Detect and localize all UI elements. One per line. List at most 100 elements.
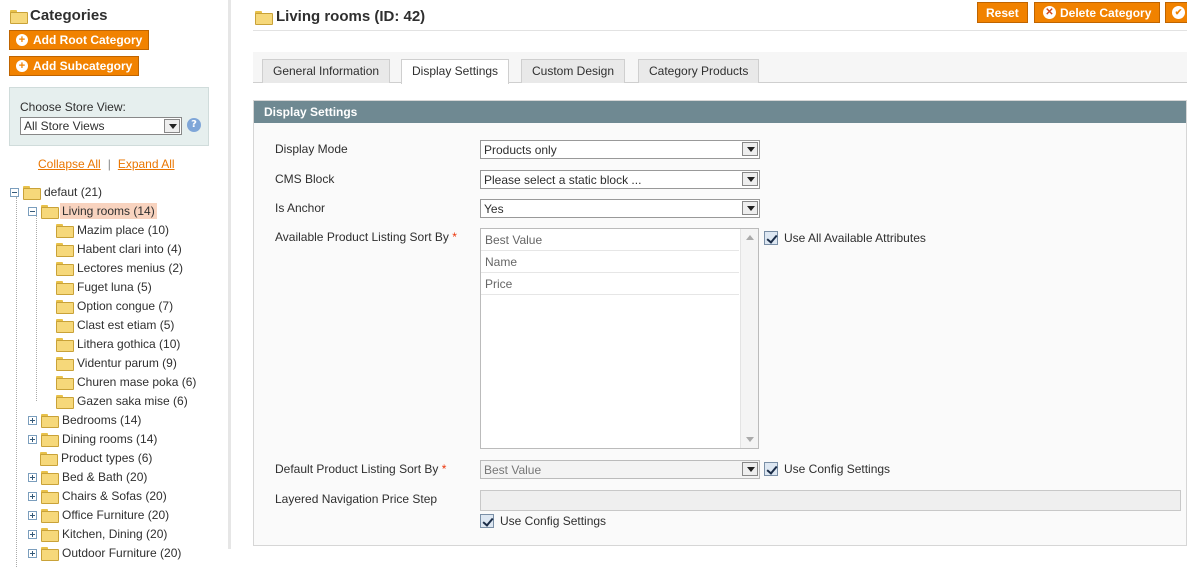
sort-option[interactable]: Name bbox=[481, 251, 739, 273]
sort-option[interactable]: Price bbox=[481, 273, 739, 295]
display-mode-select[interactable]: Products only bbox=[480, 140, 760, 159]
collapse-icon[interactable] bbox=[10, 187, 19, 197]
expand-icon[interactable] bbox=[28, 472, 37, 482]
collapse-icon[interactable] bbox=[28, 206, 37, 216]
store-view-switcher: Choose Store View: All Store Views ? bbox=[9, 87, 209, 146]
tree-node[interactable]: Kitchen, Dining (20) bbox=[28, 525, 169, 543]
dropdown-arrow-icon[interactable] bbox=[164, 119, 180, 133]
scroll-down-icon[interactable] bbox=[746, 437, 754, 442]
add-subcategory-label: Add Subcategory bbox=[33, 59, 133, 73]
use-all-attributes-checkbox[interactable]: Use All Available Attributes bbox=[764, 231, 926, 245]
price-step-use-config-checkbox[interactable]: Use Config Settings bbox=[480, 514, 606, 528]
sort-by-label: Available Product Listing Sort By * bbox=[275, 230, 457, 244]
header-divider bbox=[253, 30, 1187, 31]
tree-node-label: Mazim place (10) bbox=[77, 223, 170, 237]
tree-node[interactable]: Lectores menius (2) bbox=[56, 259, 185, 277]
tab-category-products[interactable]: Category Products bbox=[638, 59, 760, 83]
tree-node[interactable]: Habent clari into (4) bbox=[56, 240, 184, 258]
default-sort-value: Best Value bbox=[484, 463, 542, 477]
tree-guide bbox=[16, 197, 17, 567]
tree-node[interactable]: Gazen saka mise (6) bbox=[56, 392, 190, 410]
default-sort-label: Default Product Listing Sort By * bbox=[275, 462, 446, 476]
tree-node-label: defaut (21) bbox=[44, 185, 103, 199]
dropdown-arrow-icon[interactable] bbox=[742, 201, 758, 215]
scroll-up-icon[interactable] bbox=[746, 235, 754, 240]
expand-icon[interactable] bbox=[28, 529, 37, 539]
tree-node[interactable]: Mazim place (10) bbox=[56, 221, 171, 239]
store-view-select[interactable]: All Store Views bbox=[20, 117, 182, 135]
cms-block-select[interactable]: Please select a static block ... bbox=[480, 170, 760, 189]
folder-icon bbox=[41, 414, 59, 428]
display-mode-label: Display Mode bbox=[275, 142, 348, 156]
folder-icon bbox=[56, 338, 74, 352]
sort-option[interactable]: Best Value bbox=[481, 229, 739, 251]
tree-node-label: Option congue (7) bbox=[77, 299, 174, 313]
tree-node[interactable]: Bedrooms (14) bbox=[28, 411, 143, 429]
reset-button[interactable]: Reset bbox=[977, 2, 1028, 23]
tab-custom-design[interactable]: Custom Design bbox=[521, 59, 626, 83]
folder-icon bbox=[56, 300, 74, 314]
tab-bar: General Information Display Settings Cus… bbox=[253, 52, 1187, 84]
check-icon: ✔ bbox=[1172, 6, 1185, 19]
expand-icon[interactable] bbox=[28, 434, 37, 444]
tree-node[interactable]: Clast est etiam (5) bbox=[56, 316, 176, 334]
folder-icon bbox=[56, 376, 74, 390]
help-icon[interactable]: ? bbox=[187, 118, 201, 132]
expand-icon[interactable] bbox=[28, 548, 37, 558]
folder-open-icon bbox=[41, 205, 59, 219]
price-step-label: Layered Navigation Price Step bbox=[275, 492, 438, 506]
folder-icon bbox=[41, 509, 59, 523]
tree-node[interactable]: Chairs & Sofas (20) bbox=[28, 487, 169, 505]
dropdown-arrow-icon[interactable] bbox=[742, 142, 758, 156]
tab-display-settings[interactable]: Display Settings bbox=[401, 59, 510, 84]
sort-by-multiselect[interactable]: Best Value Name Price bbox=[480, 228, 759, 449]
cms-block-value: Please select a static block ... bbox=[484, 173, 642, 187]
save-category-button[interactable]: ✔ bbox=[1165, 2, 1187, 23]
default-sort-select[interactable]: Best Value bbox=[480, 460, 760, 479]
tree-node-label: Gazen saka mise (6) bbox=[77, 394, 188, 408]
expand-icon[interactable] bbox=[28, 415, 37, 425]
categories-title: Categories bbox=[30, 7, 108, 24]
dropdown-arrow-icon[interactable] bbox=[742, 172, 758, 186]
expand-icon[interactable] bbox=[28, 491, 37, 501]
tree-node[interactable]: Churen mase poka (6) bbox=[56, 373, 198, 391]
scrollbar[interactable] bbox=[740, 229, 758, 448]
tree-node[interactable]: Lithera gothica (10) bbox=[56, 335, 182, 353]
price-step-input[interactable] bbox=[480, 490, 1181, 511]
expand-icon[interactable] bbox=[28, 510, 37, 520]
delete-icon: ✕ bbox=[1043, 6, 1056, 19]
tree-node[interactable]: Product types (6) bbox=[40, 449, 154, 467]
tree-node[interactable]: Office Furniture (20) bbox=[28, 506, 171, 524]
link-separator: | bbox=[107, 157, 111, 171]
tree-node[interactable]: Option congue (7) bbox=[56, 297, 175, 315]
use-config-label: Use Config Settings bbox=[784, 462, 891, 476]
tree-node-selected[interactable]: Living rooms (14) bbox=[28, 202, 157, 220]
checkbox-checked-icon[interactable] bbox=[764, 462, 778, 476]
tree-node[interactable]: Bed & Bath (20) bbox=[28, 468, 149, 486]
is-anchor-value: Yes bbox=[484, 202, 504, 216]
is-anchor-select[interactable]: Yes bbox=[480, 199, 760, 218]
tree-node-label: Churen mase poka (6) bbox=[77, 375, 197, 389]
tree-node[interactable]: Outdoor Furniture (20) bbox=[28, 544, 183, 562]
collapse-all-link[interactable]: Collapse All bbox=[38, 157, 101, 171]
category-sidebar: Categories + Add Root Category + Add Sub… bbox=[0, 0, 228, 567]
default-sort-use-config-checkbox[interactable]: Use Config Settings bbox=[764, 462, 890, 476]
delete-category-button[interactable]: ✕ Delete Category bbox=[1034, 2, 1161, 23]
checkbox-checked-icon[interactable] bbox=[764, 231, 778, 245]
store-view-value: All Store Views bbox=[24, 119, 105, 133]
add-root-category-label: Add Root Category bbox=[33, 33, 143, 47]
page-header: Living rooms (ID: 42) bbox=[255, 8, 425, 25]
tab-general-information[interactable]: General Information bbox=[262, 59, 391, 83]
main-content: Living rooms (ID: 42) Reset ✕ Delete Cat… bbox=[231, 0, 1187, 549]
tree-node[interactable]: Videntur parum (9) bbox=[56, 354, 179, 372]
folder-icon bbox=[41, 433, 59, 447]
tree-node-root[interactable]: defaut (21) bbox=[10, 183, 104, 201]
expand-all-link[interactable]: Expand All bbox=[118, 157, 175, 171]
checkbox-checked-icon[interactable] bbox=[480, 514, 494, 528]
add-root-category-button[interactable]: + Add Root Category bbox=[9, 30, 150, 50]
tree-node[interactable]: Fuget luna (5) bbox=[56, 278, 154, 296]
add-subcategory-button[interactable]: + Add Subcategory bbox=[9, 56, 140, 76]
tree-node[interactable]: Dining rooms (14) bbox=[28, 430, 159, 448]
dropdown-arrow-icon[interactable] bbox=[742, 462, 758, 476]
display-mode-value: Products only bbox=[484, 143, 557, 157]
